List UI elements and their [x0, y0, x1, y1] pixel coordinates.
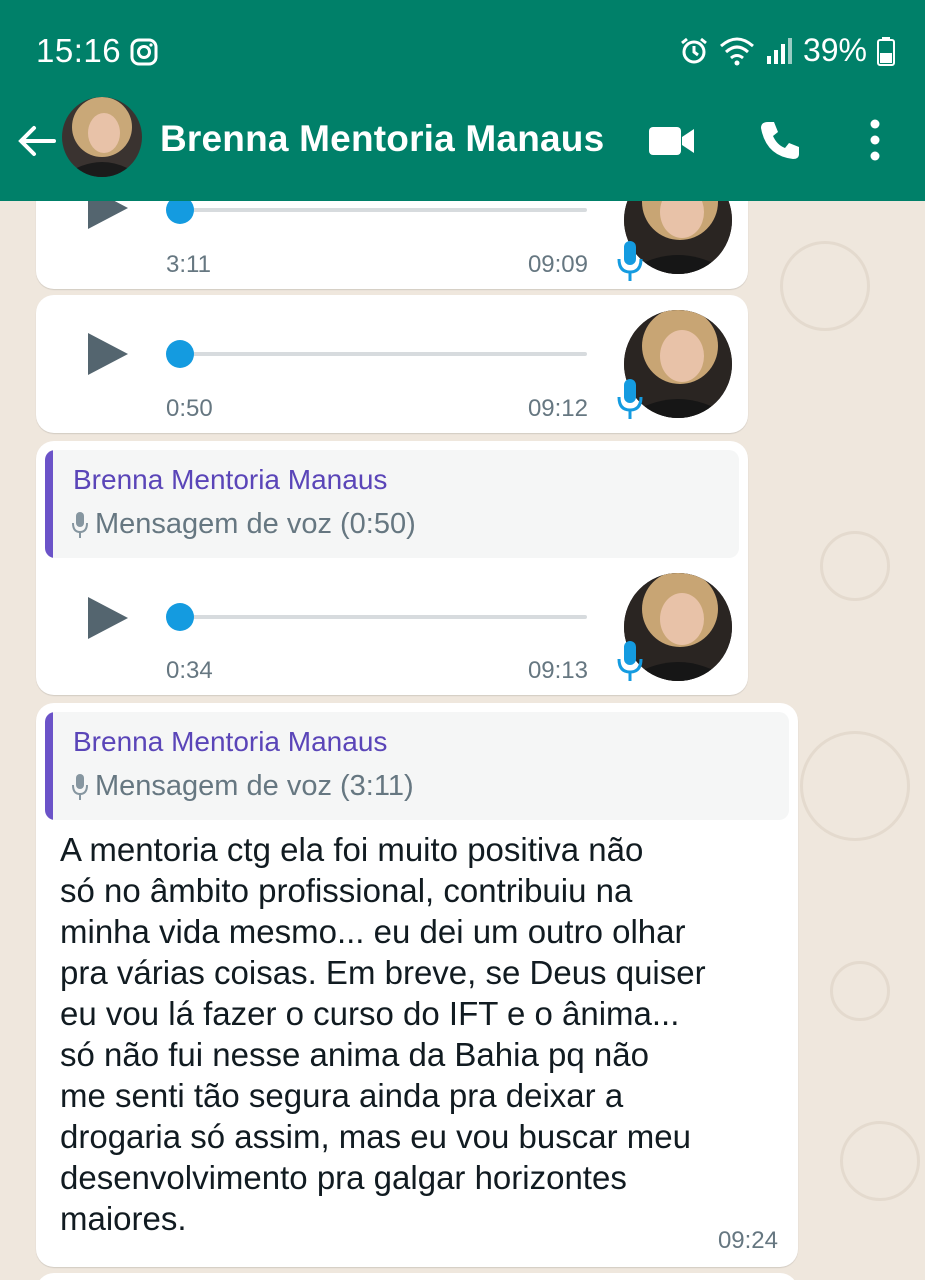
status-bar: 15:16 39% [0, 0, 925, 100]
small-microphone-icon [72, 511, 88, 538]
quoted-message-preview: Mensagem de voz (3:11) [71, 770, 414, 803]
battery-icon [877, 36, 895, 66]
audio-progress-knob[interactable] [166, 340, 194, 368]
message-time: 09:24 [717, 1227, 778, 1254]
background-doodle [800, 731, 910, 841]
message-line: me senti tão segura ainda pra deixar a [60, 1077, 624, 1114]
play-icon[interactable] [84, 331, 130, 377]
message-text: A mentoria ctg ela foi muito positiva nã… [60, 829, 780, 1239]
message-line: só no âmbito profissional, contribuiu na [60, 872, 633, 909]
quoted-message[interactable]: Brenna Mentoria Manaus Mensagem de voz (… [45, 712, 789, 820]
audio-track[interactable] [171, 208, 587, 212]
battery-percent: 39% [802, 32, 867, 68]
quote-accent-bar [45, 712, 53, 820]
quoted-message-text: Mensagem de voz (3:11) [95, 770, 414, 802]
message-line: maiores. [60, 1200, 187, 1237]
message-line: pra várias coisas. Em breve, se Deus qui… [60, 954, 706, 991]
chat-area[interactable]: 3:11 09:09 0:50 09:12 Brenna Mentoria Ma… [0, 201, 925, 1280]
alarm-icon [681, 37, 707, 63]
small-microphone-icon [72, 773, 88, 800]
voice-duration: 0:50 [166, 395, 213, 422]
voice-duration: 0:34 [166, 657, 213, 684]
message-line: eu vou lá fazer o curso do IFT e o ânima… [60, 995, 680, 1032]
play-icon[interactable] [84, 201, 130, 231]
contact-avatar[interactable] [62, 97, 142, 177]
voice-duration: 3:11 [166, 251, 211, 278]
message-time: 09:12 [527, 395, 588, 422]
play-icon[interactable] [84, 595, 130, 641]
message-line: só não fui nesse anima da Bahia pq não [60, 1036, 649, 1073]
status-time: 15:16 [36, 32, 122, 69]
quoted-message-text: Mensagem de voz (0:50) [95, 508, 416, 540]
reply-text-message-bubble[interactable]: Brenna Mentoria Manaus Mensagem de voz (… [36, 703, 798, 1267]
quoted-message-preview: Mensagem de voz (0:50) [71, 508, 416, 541]
voice-message-bubble[interactable]: 3:11 09:09 [36, 201, 748, 289]
audio-progress-knob[interactable] [166, 603, 194, 631]
audio-track[interactable] [171, 352, 587, 356]
message-time: 09:09 [527, 251, 588, 278]
quoted-sender-name: Brenna Mentoria Manaus [73, 464, 388, 495]
background-doodle [830, 961, 890, 1021]
more-options-icon[interactable] [865, 118, 885, 162]
microphone-icon [617, 641, 643, 681]
microphone-icon [617, 241, 643, 281]
audio-progress-knob[interactable] [166, 201, 194, 224]
quote-accent-bar [45, 450, 53, 558]
quoted-message[interactable]: Brenna Mentoria Manaus Mensagem de voz (… [45, 450, 739, 558]
background-doodle [820, 531, 890, 601]
wifi-icon [719, 37, 754, 65]
message-line: desenvolvimento pra galgar horizontes [60, 1159, 627, 1196]
message-line: minha vida mesmo... eu dei um outro olha… [60, 913, 686, 950]
message-line: drogaria só assim, mas eu vou buscar meu [60, 1118, 691, 1155]
next-message-bubble[interactable] [36, 1273, 798, 1280]
status-icons: 39% [679, 32, 895, 69]
back-arrow-icon[interactable] [14, 118, 60, 164]
background-doodle [780, 241, 870, 331]
voice-call-icon[interactable] [758, 118, 802, 162]
audio-track[interactable] [171, 615, 587, 619]
message-time: 09:13 [527, 657, 588, 684]
contact-name[interactable]: Brenna Mentoria Manaus [160, 118, 604, 160]
instagram-icon [130, 38, 158, 66]
message-line: A mentoria ctg ela foi muito positiva nã… [60, 831, 644, 868]
microphone-icon [617, 379, 643, 419]
signal-icon [766, 37, 792, 64]
background-doodle [840, 1121, 920, 1201]
voice-message-bubble[interactable]: 0:50 09:12 [36, 295, 748, 433]
reply-voice-message-bubble[interactable]: Brenna Mentoria Manaus Mensagem de voz (… [36, 441, 748, 695]
video-call-icon[interactable] [648, 124, 696, 158]
quoted-sender-name: Brenna Mentoria Manaus [73, 726, 388, 757]
